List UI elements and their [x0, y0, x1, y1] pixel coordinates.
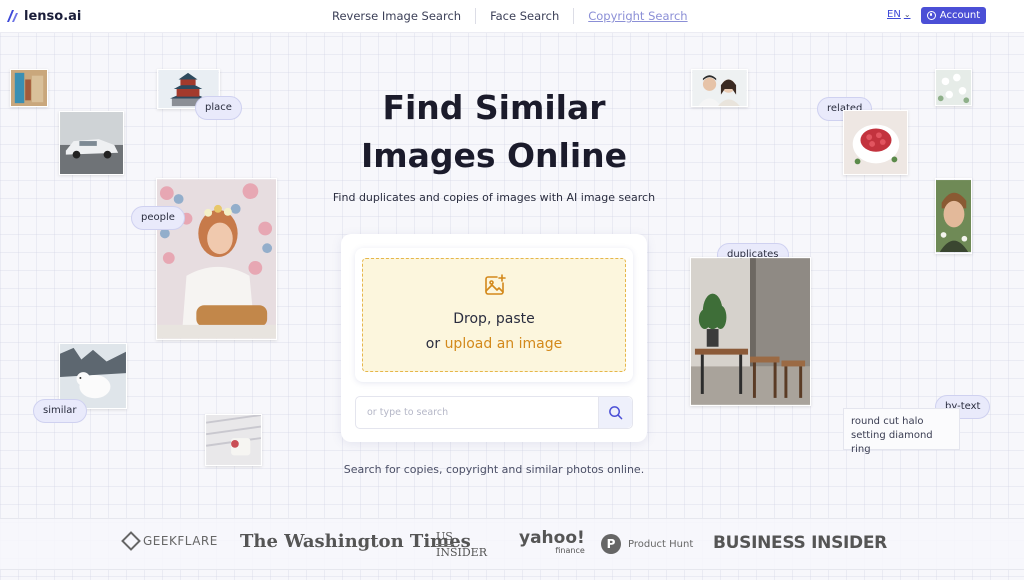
search-text-line-1: round cut halo	[851, 416, 924, 427]
photo-woman-flowers	[156, 178, 277, 340]
photo-desk-flatlay	[205, 414, 262, 466]
us-insider-bottom: INSIDER	[436, 546, 487, 559]
language-label: EN	[887, 9, 901, 20]
photo-man-portrait	[935, 178, 972, 254]
photo-street-art	[10, 69, 48, 107]
nav-face-search[interactable]: Face Search	[476, 8, 575, 24]
product-hunt-mark-icon: P	[601, 534, 621, 554]
search-icon	[609, 406, 623, 420]
business-insider-logo: BUSINESS INSIDER	[713, 533, 887, 553]
tag-place: place	[195, 96, 242, 120]
geekflare-wordmark: GEEKFLARE	[143, 534, 218, 548]
dropzone-container: Drop, paste or upload an image	[355, 248, 633, 382]
press-logos-bar: GEEKFLARE The Washington Times US INSIDE…	[0, 518, 1024, 570]
yahoo-wordmark: yahoo!	[519, 528, 585, 548]
account-label: Account	[939, 10, 981, 21]
search-button[interactable]	[598, 397, 632, 428]
lenso-logo-icon	[7, 10, 18, 22]
search-input[interactable]	[356, 397, 598, 428]
dropzone-or-text: or	[425, 336, 445, 352]
geekflare-logo: GEEKFLARE	[121, 531, 218, 551]
title-line-2: Images Online	[360, 136, 628, 175]
brand-logo[interactable]: lenso.ai	[6, 7, 81, 25]
main-nav: Reverse Image Search Face Search Copyrig…	[318, 8, 702, 24]
nav-reverse-image-search[interactable]: Reverse Image Search	[318, 8, 477, 24]
product-hunt-wordmark: Product Hunt	[628, 538, 694, 550]
chevron-down-icon: ⌄	[903, 10, 911, 19]
search-text-example: round cut halo setting diamond ring	[843, 408, 960, 455]
language-selector[interactable]: EN ⌄	[887, 9, 911, 20]
account-button[interactable]: Account	[921, 7, 986, 24]
dropzone-text: Drop, paste	[453, 311, 535, 327]
page-subtitle: Find duplicates and copies of images wit…	[332, 191, 656, 204]
image-dropzone[interactable]: Drop, paste or upload an image	[362, 258, 626, 372]
page-title: Find Similar Images Online	[300, 84, 688, 180]
product-hunt-logo: P Product Hunt	[601, 534, 693, 554]
photo-cafe-interior	[690, 257, 811, 406]
text-search-bar	[355, 396, 633, 429]
top-header: lenso.ai Reverse Image Search Face Searc…	[0, 0, 1024, 33]
user-icon	[926, 11, 936, 20]
brand-name: lenso.ai	[24, 8, 82, 24]
us-insider-logo: US INSIDER	[436, 531, 487, 558]
upload-image-link[interactable]: upload an image	[445, 336, 563, 352]
photo-white-flowers	[935, 69, 972, 106]
dropzone-upload-line: or upload an image	[363, 336, 625, 352]
add-image-icon	[485, 274, 506, 295]
upload-card: Drop, paste or upload an image	[341, 234, 647, 442]
title-line-1: Find Similar	[382, 88, 606, 127]
search-text-line-2: setting diamond ring	[851, 430, 933, 455]
tag-similar: similar	[33, 399, 87, 423]
nav-copyright-search[interactable]: Copyright Search	[574, 8, 701, 24]
tagline: Search for copies, copyright and similar…	[343, 463, 645, 476]
geekflare-mark-icon	[121, 531, 141, 551]
tag-people: people	[131, 206, 185, 230]
us-insider-top: US	[436, 531, 453, 547]
yahoo-finance-logo: yahoo! finance	[519, 528, 585, 556]
photo-strawberry-cake	[843, 110, 908, 175]
photo-couple	[691, 69, 748, 107]
photo-car	[59, 111, 124, 175]
